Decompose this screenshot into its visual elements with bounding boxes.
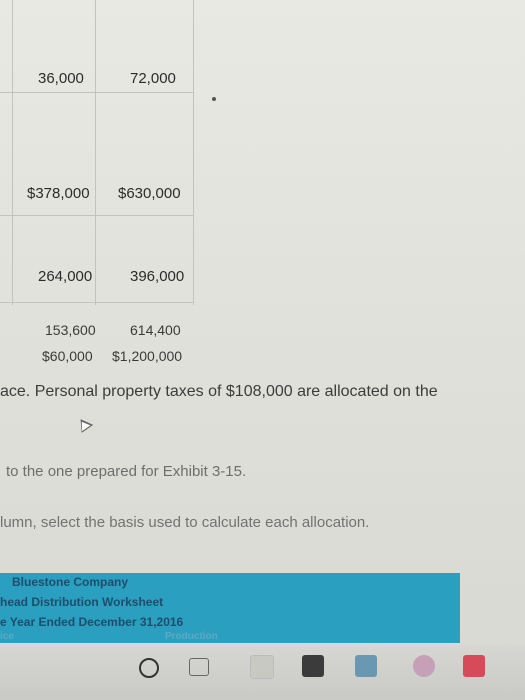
column-header-left: ice	[0, 631, 14, 642]
table-col-line	[193, 0, 194, 305]
table-cell: 614,400	[130, 322, 181, 338]
table-row-line	[0, 302, 193, 303]
period-title: e Year Ended December 31,2016	[0, 615, 184, 629]
table-row-line	[0, 215, 193, 216]
app-n-icon[interactable]	[463, 655, 485, 677]
task-view-icon[interactable]	[189, 658, 209, 676]
camera-icon[interactable]	[355, 655, 377, 677]
table-cell: $1,200,000	[112, 348, 183, 364]
store-icon[interactable]	[302, 655, 324, 677]
body-text: lumn, select the basis used to calculate…	[0, 514, 370, 531]
table-cell: 36,000	[38, 70, 84, 87]
company-title: Bluestone Company	[12, 575, 129, 589]
table-col-line	[95, 0, 96, 305]
search-circle-icon[interactable]	[139, 658, 159, 678]
window-icon[interactable]	[250, 655, 274, 679]
table-cell: 396,000	[130, 268, 185, 285]
body-text: to the one prepared for Exhibit 3-15.	[6, 463, 247, 480]
worksheet-header-banner: Bluestone Company head Distribution Work…	[0, 573, 460, 643]
table-col-line	[12, 0, 13, 305]
table-cell: $378,000	[27, 185, 90, 202]
browser-icon[interactable]	[413, 655, 435, 677]
document-page: 36,000 72,000 $378,000 $630,000 264,000 …	[0, 0, 525, 700]
table-cell: 72,000	[130, 70, 176, 87]
table-cell: 153,600	[45, 322, 96, 338]
worksheet-title: head Distribution Worksheet	[0, 595, 164, 609]
table-row-line	[0, 92, 193, 93]
table-cell: 264,000	[38, 268, 93, 285]
table-cell: $630,000	[118, 185, 181, 202]
table-cell: $60,000	[42, 348, 93, 364]
body-text: ace. Personal property taxes of $108,000…	[0, 383, 438, 400]
dot-marker	[212, 97, 216, 101]
column-header-production: Production	[165, 631, 218, 642]
